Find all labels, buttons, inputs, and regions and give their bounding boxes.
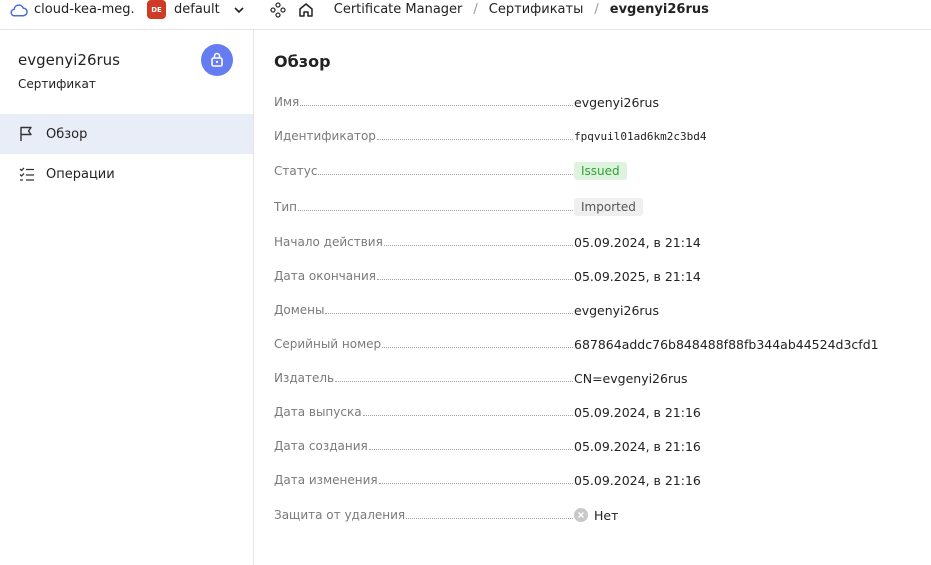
property-value[interactable]: fpqvuil01ad6km2c3bd4 [574, 130, 706, 143]
property-label: Защита от удаления [274, 508, 406, 522]
top-bar: cloud-kea-meg... DE default Certificate … [0, 0, 931, 19]
property-row-deletion-protection: Защита от удаления Нет [274, 505, 914, 525]
property-row-not-before: Начало действия 05.09.2024, в 21:14 [274, 232, 914, 252]
property-value: evgenyi26rus [574, 94, 659, 110]
certificate-icon [201, 44, 233, 76]
breadcrumb-service[interactable]: Certificate Manager [334, 2, 463, 17]
property-value: CN=evgenyi26rus [574, 370, 688, 386]
close-circle-icon [574, 508, 588, 522]
property-row-created-at: Дата создания 05.09.2024, в 21:16 [274, 436, 914, 456]
property-label: Идентификатор [274, 129, 376, 143]
status-badge: Issued [574, 162, 627, 180]
property-value: 05.09.2024, в 21:16 [574, 472, 701, 488]
property-row-type: Тип Imported [274, 197, 914, 217]
flag-icon [20, 126, 32, 141]
property-value: evgenyi26rus [574, 302, 659, 318]
property-label: Тип [274, 200, 297, 214]
breadcrumb-separator: / [473, 2, 478, 17]
cloud-selector[interactable]: cloud-kea-meg... [9, 2, 134, 17]
resource-name: evgenyi26rus [18, 51, 120, 69]
property-label: Издатель [274, 371, 335, 385]
property-value: Нет [594, 507, 619, 523]
resource-type: Сертификат [18, 77, 96, 91]
property-value: 05.09.2024, в 21:16 [574, 438, 701, 454]
property-label: Статус [274, 164, 318, 178]
folder-badge: DE [147, 0, 166, 19]
page-title: Обзор [274, 52, 331, 71]
property-row-not-after: Дата окончания 05.09.2025, в 21:14 [274, 266, 914, 286]
property-label: Серийный номер [274, 337, 382, 351]
property-row-status: Статус Issued [274, 161, 914, 181]
property-row-domains: Домены evgenyi26rus [274, 300, 914, 320]
property-value: 687864addc76b848488f88fb344ab44524d3cfd1 [574, 336, 879, 352]
property-label: Дата выпуска [274, 405, 362, 419]
property-value: 05.09.2025, в 21:14 [574, 268, 701, 284]
property-row-id: Идентификатор fpqvuil01ad6km2c3bd4 [274, 126, 914, 146]
property-row-issuer: Издатель CN=evgenyi26rus [274, 368, 914, 388]
property-value: 05.09.2024, в 21:16 [574, 404, 701, 420]
property-label: Дата окончания [274, 269, 376, 283]
breadcrumb-current: evgenyi26rus [609, 2, 709, 17]
property-label: Начало действия [274, 235, 383, 249]
home-icon[interactable] [297, 1, 315, 19]
breadcrumb-certificates[interactable]: Сертификаты [489, 2, 584, 17]
property-value: 05.09.2024, в 21:14 [574, 234, 701, 250]
breadcrumb-separator: / [594, 2, 599, 17]
property-label: Дата создания [274, 439, 368, 453]
property-row-issued-at: Дата выпуска 05.09.2024, в 21:16 [274, 402, 914, 422]
property-label: Домены [274, 303, 325, 317]
resource-header: evgenyi26rus Сертификат [0, 30, 253, 114]
sidebar: evgenyi26rus Сертификат Обзор Операции [0, 29, 254, 565]
folder-name[interactable]: default [174, 2, 220, 17]
property-row-updated-at: Дата изменения 05.09.2024, в 21:16 [274, 470, 914, 490]
sidebar-item-operations[interactable]: Операции [0, 154, 253, 194]
type-badge: Imported [574, 198, 643, 216]
cloud-icon [10, 3, 28, 16]
property-row-serial: Серийный номер 687864addc76b848488f88fb3… [274, 334, 914, 354]
sidebar-item-label: Обзор [46, 126, 88, 142]
property-row-name: Имя evgenyi26rus [274, 92, 914, 112]
sidebar-item-label: Операции [46, 166, 115, 182]
resource-graph-icon[interactable] [270, 1, 286, 18]
main-content: Обзор Имя evgenyi26rus Идентификатор fpq… [254, 29, 931, 565]
property-label: Дата изменения [274, 473, 378, 487]
property-label: Имя [274, 95, 300, 109]
chevron-down-icon[interactable] [232, 3, 246, 17]
list-checks-icon [19, 167, 34, 181]
cloud-name: cloud-kea-meg... [34, 2, 134, 17]
sidebar-item-overview[interactable]: Обзор [0, 114, 253, 154]
